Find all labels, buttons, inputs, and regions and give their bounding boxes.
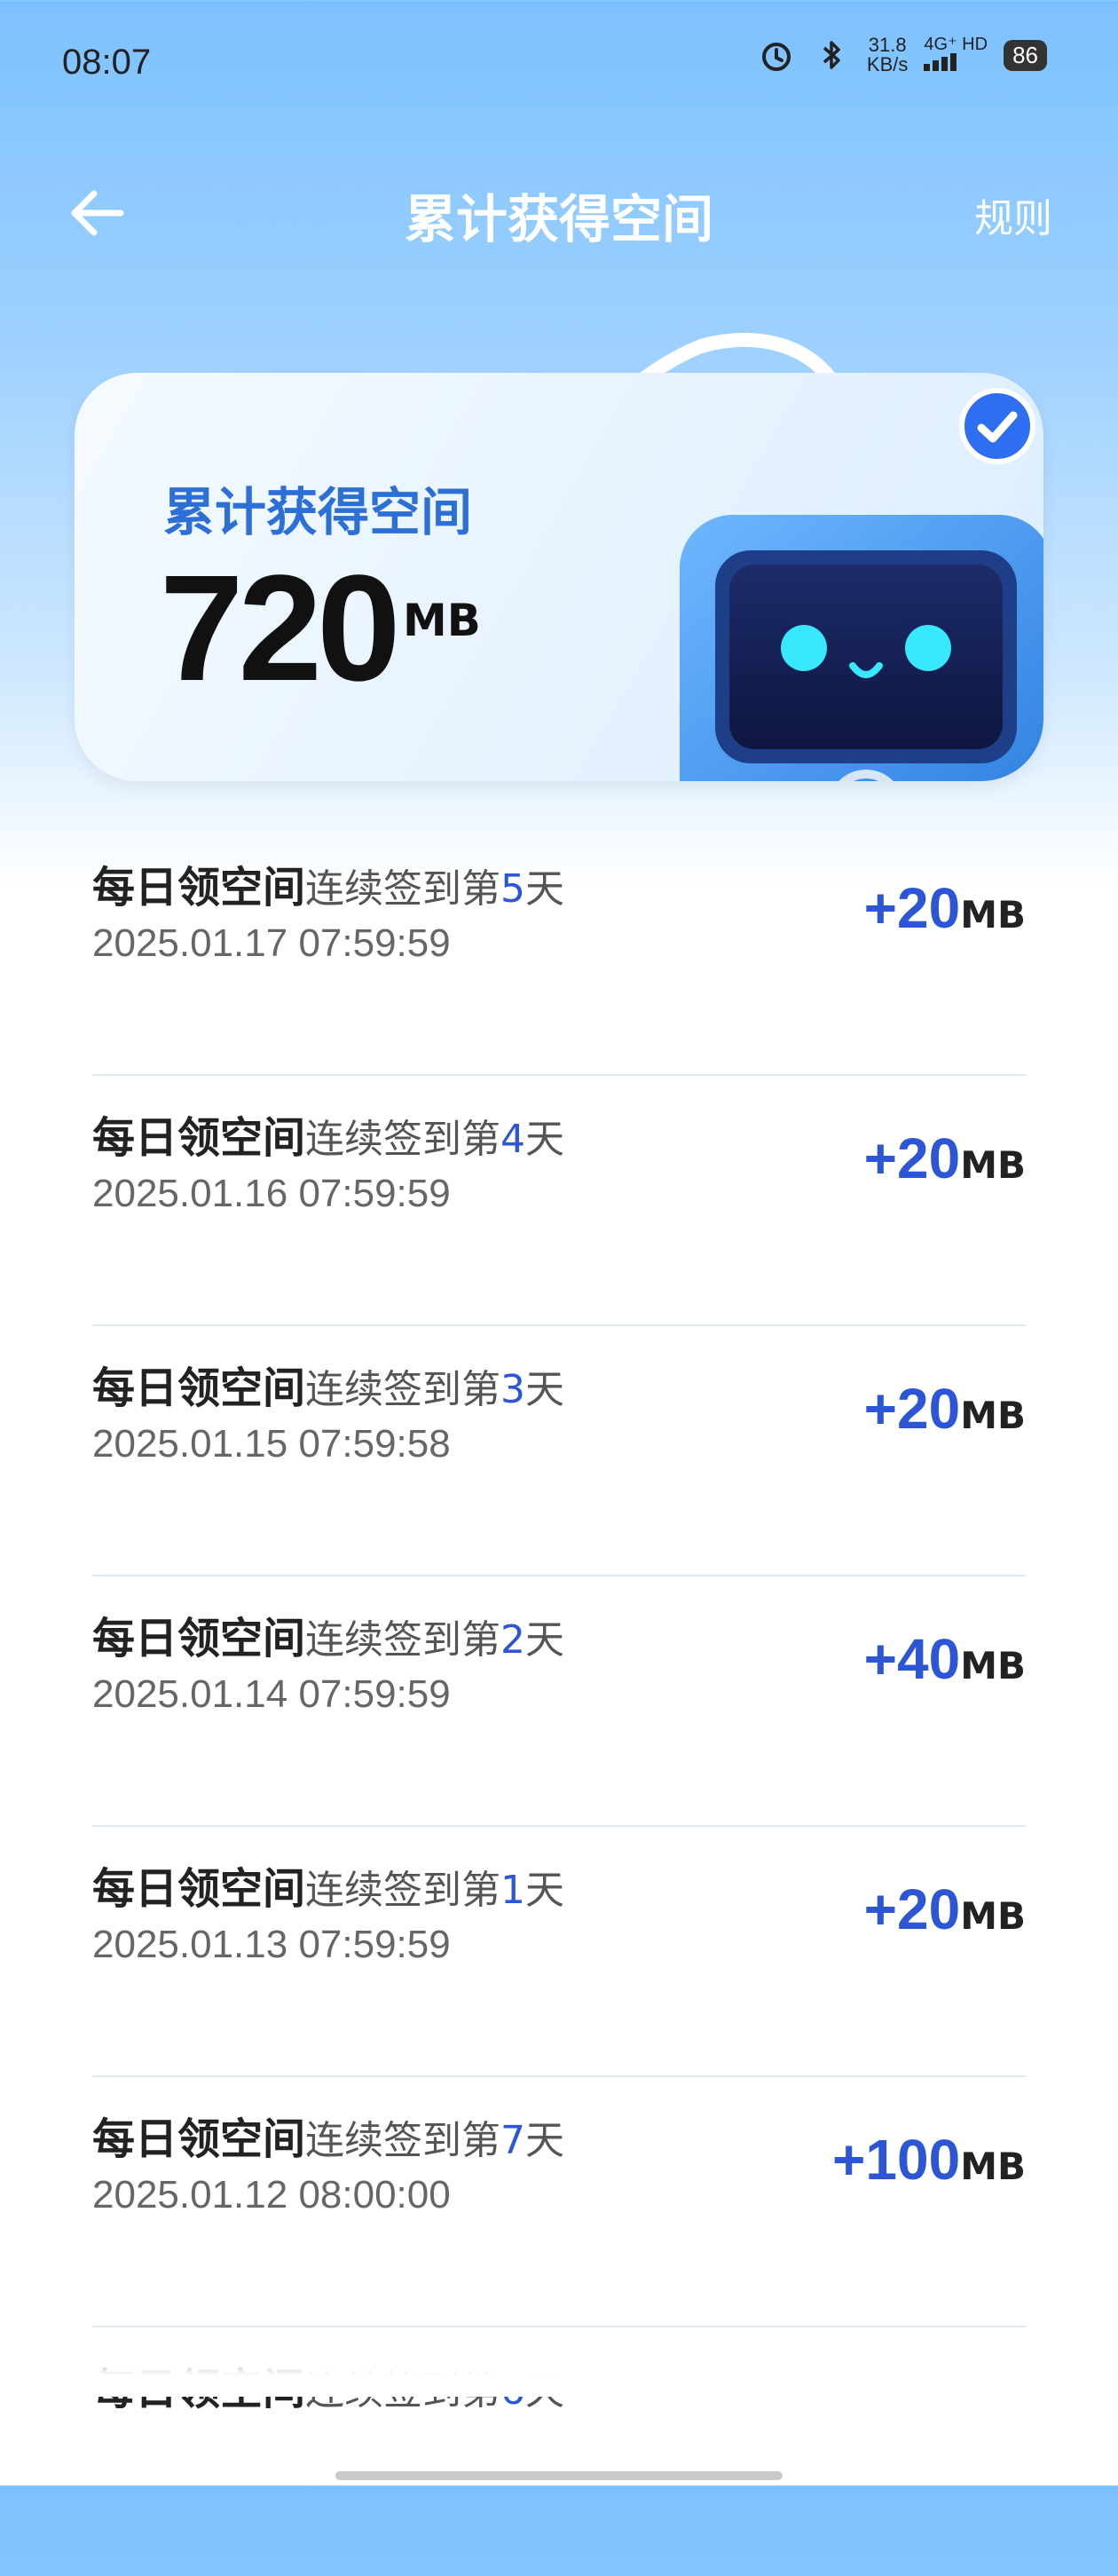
speed-unit: KB/s — [866, 53, 909, 75]
scroll-fade — [0, 2326, 1118, 2397]
item-description: 每日领空间连续签到第2天 — [92, 1603, 564, 1665]
item-day: 3 — [500, 1367, 526, 1412]
rules-link[interactable]: 规则 — [974, 186, 1052, 243]
item-desc-prefix: 连续签到第 — [305, 1117, 501, 1162]
status-time: 08:07 — [62, 43, 152, 82]
amount-unit: MB — [960, 2145, 1026, 2188]
space-history-list: 每日领空间连续签到第5天 2025.01.17 07:59:59 +20MB 每… — [92, 826, 1026, 2576]
item-timestamp: 2025.01.12 08:00:00 — [92, 2173, 451, 2216]
list-item: 每日领空间连续签到第1天 2025.01.13 07:59:59 +20MB — [92, 1827, 1026, 2077]
item-description: 每日领空间连续签到第1天 — [92, 1853, 564, 1916]
item-desc-suffix: 天 — [525, 1367, 565, 1412]
check-badge-icon — [958, 387, 1036, 465]
status-bar: 08:07 31.8 KB/s 4G⁺ HD 86 — [0, 0, 1118, 133]
item-day: 5 — [500, 866, 526, 912]
item-amount: +20MB — [864, 875, 1026, 941]
item-desc-suffix: 天 — [525, 1617, 565, 1663]
item-timestamp: 2025.01.13 07:59:59 — [92, 1923, 451, 1966]
item-day: 7 — [500, 2118, 526, 2163]
item-description: 每日领空间连续签到第4天 — [92, 1102, 564, 1165]
item-desc-prefix: 连续签到第 — [305, 1367, 501, 1412]
amount-unit: MB — [960, 893, 1026, 936]
item-day: 1 — [500, 1868, 526, 1913]
item-desc-prefix: 连续签到第 — [305, 1617, 501, 1663]
list-item: 每日领空间连续签到第5天 2025.01.17 07:59:59 +20MB — [92, 826, 1026, 1076]
status-icons: 31.8 KB/s 4G⁺ HD 86 — [757, 36, 1047, 75]
network-speed: 31.8 KB/s — [867, 36, 908, 75]
amount-value: +20 — [863, 1126, 961, 1190]
item-description: 每日领空间连续签到第5天 — [92, 852, 564, 914]
signal-icon — [924, 53, 957, 71]
item-amount: +20MB — [864, 1376, 1026, 1442]
item-amount: +20MB — [864, 1877, 1026, 1942]
item-timestamp: 2025.01.16 07:59:59 — [92, 1172, 451, 1215]
item-title: 每日领空间 — [92, 1864, 306, 1914]
item-title: 每日领空间 — [92, 2114, 306, 2164]
total-space-value: 720 — [160, 544, 401, 713]
item-day: 2 — [500, 1617, 526, 1663]
page-title: 累计获得空间 — [404, 189, 713, 249]
item-description: 每日领空间连续签到第7天 — [92, 2104, 564, 2166]
item-desc-suffix: 天 — [525, 2118, 565, 2163]
amount-unit: MB — [960, 1143, 1026, 1187]
item-timestamp: 2025.01.17 07:59:59 — [92, 921, 451, 965]
list-item: 每日领空间连续签到第2天 2025.01.14 07:59:59 +40MB — [92, 1576, 1026, 1827]
item-title: 每日领空间 — [92, 1614, 306, 1663]
list-item: 每日领空间连续签到第7天 2025.01.12 08:00:00 +100MB — [92, 2077, 1026, 2327]
home-indicator[interactable] — [335, 2471, 783, 2480]
item-desc-suffix: 天 — [525, 1117, 565, 1162]
item-desc-suffix: 天 — [525, 866, 565, 912]
robot-illustration — [644, 497, 1043, 781]
amount-unit: MB — [960, 1894, 1026, 1938]
item-desc-prefix: 连续签到第 — [305, 1868, 501, 1913]
amount-value: +40 — [863, 1627, 961, 1691]
list-item: 每日领空间连续签到第3天 2025.01.15 07:59:58 +20MB — [92, 1326, 1026, 1576]
item-title: 每日领空间 — [92, 863, 306, 913]
item-title: 每日领空间 — [92, 1363, 306, 1413]
item-timestamp: 2025.01.15 07:59:58 — [92, 1422, 451, 1466]
amount-value: +20 — [863, 876, 961, 940]
item-day: 4 — [500, 1117, 526, 1162]
amount-unit: MB — [960, 1644, 1026, 1687]
item-description: 每日领空间连续签到第3天 — [92, 1353, 564, 1415]
list-item: 每日领空间连续签到第4天 2025.01.16 07:59:59 +20MB — [92, 1076, 1026, 1326]
signal-indicator: 4G⁺ HD — [924, 36, 988, 75]
bluetooth-icon — [812, 36, 851, 75]
item-desc-prefix: 连续签到第 — [305, 2118, 501, 2163]
alarm-icon — [757, 36, 796, 75]
amount-value: +20 — [863, 1877, 961, 1941]
amount-value: +100 — [832, 2128, 961, 2192]
item-amount: +100MB — [832, 2127, 1026, 2193]
item-desc-prefix: 连续签到第 — [305, 866, 501, 912]
total-space-card: 累计获得空间 720 MB — [75, 373, 1043, 781]
network-type: 4G⁺ HD — [924, 35, 988, 54]
amount-unit: MB — [960, 1394, 1026, 1437]
total-space-label: 累计获得空间 — [163, 482, 473, 542]
battery-icon: 86 — [1004, 39, 1047, 71]
item-amount: +40MB — [864, 1626, 1026, 1692]
speed-value: 31.8 — [868, 34, 907, 56]
item-desc-suffix: 天 — [525, 1868, 565, 1913]
item-amount: +20MB — [864, 1126, 1026, 1191]
total-space-unit: MB — [403, 595, 481, 646]
item-timestamp: 2025.01.14 07:59:59 — [92, 1672, 451, 1716]
amount-value: +20 — [863, 1377, 961, 1441]
item-title: 每日领空间 — [92, 1113, 306, 1163]
